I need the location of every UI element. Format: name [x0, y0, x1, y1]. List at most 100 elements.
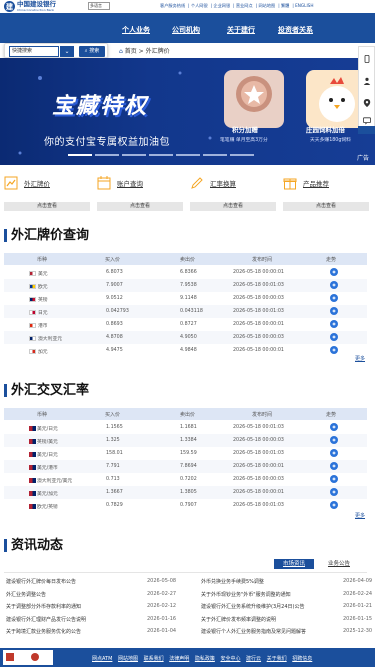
eye-icon[interactable]: ◉	[330, 346, 338, 354]
eye-icon[interactable]: ◉	[330, 488, 338, 496]
news-item[interactable]: 建设银行外汇业务系统升级维护(3月24日)公告	[201, 603, 304, 610]
carousel-dots	[68, 154, 257, 156]
quick-link-button[interactable]: 点击查看	[283, 202, 369, 211]
news-item[interactable]: 建设银行外汇理财产品发行公告说明	[6, 616, 86, 623]
news-item[interactable]: 关于跨境汇款业务服务优化的公告	[6, 628, 81, 635]
tab-announcements[interactable]: 业务公告	[319, 559, 359, 569]
quick-link-label[interactable]: 账户查询	[117, 178, 143, 188]
cell-currency: 澳大利亚元/美元	[29, 477, 72, 484]
nav-item-investor[interactable]: 投资者关系	[278, 25, 313, 35]
section-title-rates: 外汇牌价查询	[4, 229, 89, 242]
quick-link-label[interactable]: 产品推荐	[303, 178, 329, 188]
coin-icon	[236, 76, 272, 112]
quick-link-converter[interactable]: 汇率换算 点击查看	[190, 172, 276, 212]
carousel-dot[interactable]	[122, 154, 146, 156]
carousel-dot[interactable]	[203, 154, 227, 156]
language-select[interactable]: 多语言	[88, 2, 110, 10]
footer-link[interactable]: 隐私政策	[195, 656, 215, 662]
chevron-down-icon[interactable]: ⌄	[60, 46, 74, 57]
quick-link-button[interactable]: 点击查看	[97, 202, 183, 211]
top-link[interactable]: 营业网点	[236, 3, 253, 8]
eye-icon[interactable]: ◉	[330, 294, 338, 302]
eye-icon[interactable]: ◉	[330, 501, 338, 509]
table-row: 美元/日元 158.01 159.59 2026-05-18 00:01:03 ◉	[4, 447, 367, 460]
home-icon[interactable]: ⌂	[119, 48, 123, 55]
eye-icon[interactable]: ◉	[330, 333, 338, 341]
top-link[interactable]: 繁體	[281, 3, 289, 8]
rates-more-link[interactable]: 更多	[355, 355, 365, 362]
user-icon[interactable]	[363, 77, 371, 85]
quick-link-button[interactable]: 点击查看	[4, 202, 90, 211]
quick-link-rates[interactable]: 外汇牌价 点击查看	[4, 172, 90, 212]
top-bar: 建 中国建设银行 China Construction Bank 多语言 客户服…	[0, 0, 375, 13]
footer-link[interactable]: 联系我们	[144, 656, 164, 662]
cell-buy: 6.8073	[106, 270, 123, 275]
table-row: 美元/港币 7.791 7.8694 2026-05-18 00:00:01 ◉	[4, 460, 367, 473]
cell-buy: 0.042793	[106, 309, 129, 314]
top-link[interactable]: 企业网银	[213, 3, 230, 8]
quick-link-products[interactable]: 产品推荐 点击查看	[283, 172, 369, 212]
quick-link-button[interactable]: 点击查看	[190, 202, 276, 211]
carousel-dot[interactable]	[95, 154, 119, 156]
quick-link-account[interactable]: 账户查询 点击查看	[97, 172, 183, 212]
tab-market-news[interactable]: 市场资讯	[274, 559, 314, 569]
cell-currency: 欧元/英镑	[29, 503, 58, 510]
eye-icon[interactable]: ◉	[330, 475, 338, 483]
search-button[interactable]: ⌕ 搜索	[79, 46, 105, 57]
breadcrumb-home[interactable]: 首页	[125, 48, 137, 55]
currency-name: 欧元/英镑	[37, 505, 58, 510]
carousel-dot[interactable]	[176, 154, 200, 156]
eye-icon[interactable]: ◉	[330, 268, 338, 276]
top-link[interactable]: 客户服务热线	[160, 3, 185, 8]
footer-link[interactable]: 网站地图	[118, 656, 138, 662]
cross-rates-more-link[interactable]: 更多	[355, 512, 365, 519]
nav-item-corporate[interactable]: 公司机构	[172, 25, 200, 35]
govt-badge-icon	[6, 653, 14, 661]
footer-link[interactable]: 招聘信息	[292, 656, 312, 662]
news-item[interactable]: 外币兑换业务手续费5%调整	[201, 578, 264, 585]
quick-link-label[interactable]: 外汇牌价	[24, 178, 50, 188]
eye-icon[interactable]: ◉	[330, 449, 338, 457]
col-time: 发布时间	[252, 257, 273, 263]
eye-icon[interactable]: ◉	[330, 320, 338, 328]
news-item[interactable]: 关于外汇牌价发布频率调整的说明	[201, 616, 276, 623]
footer-link[interactable]: 安全中心	[220, 656, 240, 662]
news-item[interactable]: 外汇业务调整公告	[6, 591, 46, 598]
footer-link[interactable]: 关于我们	[267, 656, 287, 662]
eye-icon[interactable]: ◉	[330, 462, 338, 470]
top-link[interactable]: 个人网银	[191, 3, 208, 8]
sidebar-expand-button[interactable]	[358, 126, 375, 134]
search-input[interactable]: 快捷搜索	[9, 46, 59, 57]
footer-link[interactable]: 建行云	[246, 656, 261, 662]
location-icon[interactable]	[363, 99, 371, 107]
currency-name: 澳大利亚元	[38, 337, 62, 342]
top-link[interactable]: ENGLISH	[295, 3, 313, 8]
news-date: 2026-02-12	[147, 603, 177, 609]
eye-icon[interactable]: ◉	[330, 281, 338, 289]
news-item[interactable]: 建设银行个人外汇业务服务指南及常见问题解答	[201, 628, 306, 635]
quick-link-label[interactable]: 汇率换算	[210, 178, 236, 188]
top-link[interactable]: 网站地图	[258, 3, 275, 8]
currency-name: 英镑	[38, 298, 48, 303]
news-item[interactable]: 关于外币现钞业务"外币"服务调整的通知	[201, 591, 291, 598]
chat-icon[interactable]	[363, 117, 371, 125]
news-item[interactable]: 建设银行外汇牌价每日发布公告	[6, 578, 76, 585]
footer-badges[interactable]	[3, 650, 53, 665]
pen-icon	[191, 177, 203, 189]
ccb-logo[interactable]: 建 中国建设银行 China Construction Bank	[4, 1, 56, 12]
eye-icon[interactable]: ◉	[330, 423, 338, 431]
carousel-dot[interactable]	[230, 154, 254, 156]
table-row: 美元 6.8073 6.8366 2026-05-18 00:00:01 ◉	[4, 266, 367, 279]
nav-item-personal[interactable]: 个人业务	[122, 25, 150, 35]
footer-link[interactable]: 法律声明	[169, 656, 189, 662]
carousel-dot[interactable]	[68, 154, 92, 156]
phone-icon[interactable]	[363, 55, 371, 63]
eye-icon[interactable]: ◉	[330, 307, 338, 315]
eye-icon[interactable]: ◉	[330, 436, 338, 444]
floating-sidebar	[358, 46, 375, 131]
carousel-dot[interactable]	[149, 154, 173, 156]
nav-item-about[interactable]: 关于建行	[227, 25, 255, 35]
promo-banner[interactable]: 宝藏特权 你的支付宝专属权益加油包 积分加赠 笔笔赚 单月至高3万分 庄园饲料加…	[0, 58, 375, 165]
news-item[interactable]: 关于调整部分外币存款利率的通知	[6, 603, 81, 610]
footer-link[interactable]: 网点ATM	[92, 656, 112, 662]
